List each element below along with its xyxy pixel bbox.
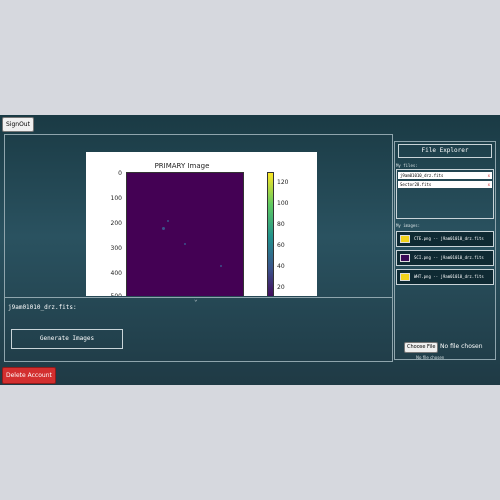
file-chosen-subtext: No file chosen: [416, 355, 445, 360]
file-name: Sector28.fits: [400, 182, 432, 187]
generate-images-button[interactable]: Generate Images: [11, 329, 123, 349]
image-label: WHT.png -- j9am01010_drz.fits: [414, 274, 484, 279]
colorbar-tick-label: 80: [277, 221, 285, 228]
plot-title: PRIMARY Image: [154, 162, 210, 170]
file-name: j9am01010_drz.fits: [400, 173, 444, 178]
y-tick-label: 100: [110, 195, 122, 202]
image-item[interactable]: WHT.png -- j9am01010_drz.fits: [396, 269, 494, 285]
file-explorer-panel: File Explorer My files: j9am01010_drz.fi…: [394, 141, 496, 360]
y-tick-label: 200: [110, 220, 122, 227]
y-tick-label: 400: [110, 270, 122, 277]
image-item[interactable]: CTE.png -- j9am01010_drz.fits: [396, 231, 494, 247]
image-thumbnail: [400, 254, 410, 262]
heatmap-source: [162, 227, 165, 230]
image-label: SCI.png -- j9am01010_drz.fits: [414, 255, 484, 260]
image-label: CTE.png -- j9am01010_drz.fits: [414, 236, 484, 241]
y-tick-label: 500: [100, 293, 122, 296]
app-area: SignOut PRIMARY Image 0 100 200 300 400 …: [0, 115, 500, 385]
signout-button[interactable]: SignOut: [2, 117, 34, 132]
y-tick-label: 300: [110, 245, 122, 252]
image-thumbnail: [400, 235, 410, 243]
controls-area: j9am01010_drz.fits: Generate Images: [5, 297, 392, 363]
delete-file-icon[interactable]: x: [488, 172, 490, 179]
file-chosen-status: No file chosen: [440, 343, 483, 350]
colorbar-tick-label: 40: [277, 263, 285, 270]
file-item[interactable]: Sector28.fits x: [398, 181, 492, 188]
colorbar-tick-label: 100: [277, 200, 289, 207]
heatmap-source: [220, 265, 222, 267]
y-tick-label: 0: [118, 170, 122, 177]
colorbar-tick-label: 120: [277, 179, 289, 186]
main-panel: PRIMARY Image 0 100 200 300 400 500 120 …: [4, 134, 393, 362]
file-explorer-title[interactable]: File Explorer: [398, 144, 492, 158]
colorbar-tick-label: 60: [277, 242, 285, 249]
selected-file-label: j9am01010_drz.fits:: [8, 304, 77, 311]
my-files-label: My files:: [396, 163, 418, 168]
heatmap-image[interactable]: [126, 172, 244, 296]
file-item[interactable]: j9am01010_drz.fits x: [398, 172, 492, 179]
image-thumbnail: [400, 273, 410, 281]
plot-frame: PRIMARY Image 0 100 200 300 400 500 120 …: [86, 152, 317, 296]
colorbar-tick-label: 20: [277, 284, 285, 291]
choose-file-button[interactable]: Choose File: [404, 342, 439, 353]
heatmap-source: [167, 220, 169, 222]
delete-account-button[interactable]: Delete Account: [2, 367, 56, 384]
image-item[interactable]: SCI.png -- j9am01010_drz.fits: [396, 250, 494, 266]
my-images-label: My images:: [396, 223, 421, 228]
delete-file-icon[interactable]: x: [488, 181, 490, 188]
heatmap-source: [184, 243, 186, 245]
files-list: j9am01010_drz.fits x Sector28.fits x: [396, 169, 494, 219]
colorbar: [267, 172, 274, 296]
